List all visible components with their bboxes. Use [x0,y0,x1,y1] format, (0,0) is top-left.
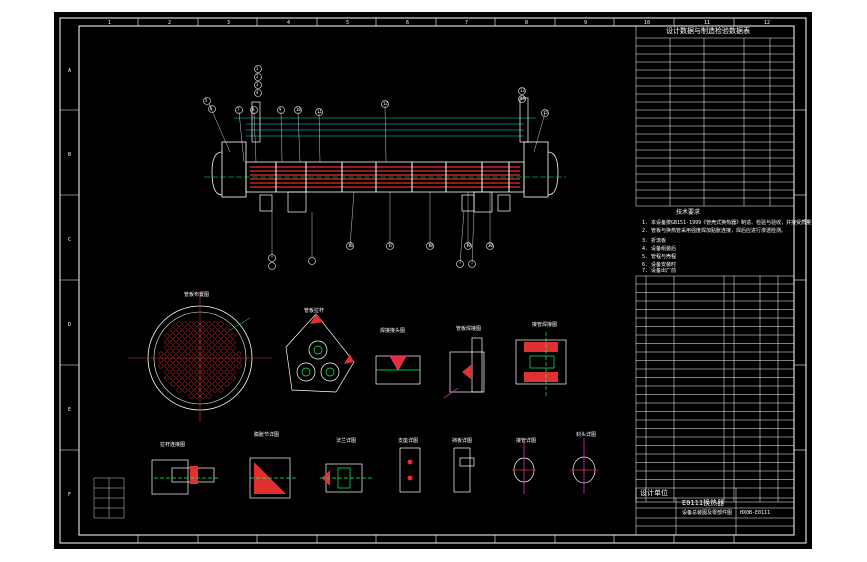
small-stamp-table [93,477,125,519]
callout-19: 19 [466,243,471,248]
detail-label-3: 焊接接头图 [380,328,406,334]
zone-label-top-9: 9 [584,20,588,26]
detail-label-8: 法兰详图 [336,438,357,444]
detail-label-2: 管板拉杆 [304,308,325,314]
zone-label-top-4: 4 [287,20,291,26]
note-4: 4. 设备组装后 [642,246,677,252]
detail-flange [320,463,374,493]
inner-frame [78,25,795,536]
zone-label-side-A: A [68,68,72,74]
note-2: 2. 管板与换热管采用强度焊加贴胀连接，焊后应进行渗透检测。 [642,228,787,234]
drawing-subtitle: 设备总装图及零部件图 [682,510,733,516]
callout-2: 2 [256,74,259,79]
detail-head [570,438,598,494]
drawing-name: E0111换热器 [682,499,725,507]
note-1: 1. 本设备按GB151-1999《管壳式换热器》制造、检验与验收，并接受质量技… [642,220,837,226]
detail-label-11: 接管详图 [516,438,537,444]
detail-support [399,447,421,493]
callout-8: 8 [252,107,255,112]
detail-label-1: 管板布置图 [184,292,210,298]
callout-14: 14 [520,96,525,101]
callout-3: 3 [256,82,259,87]
zone-label-top-8: 8 [525,20,529,26]
callout-7: 7 [237,107,240,112]
callout-16: 16 [348,243,353,248]
zone-label-top-1: 1 [108,20,112,26]
zone-label-side-C: C [68,237,72,243]
callout-18: 18 [428,243,433,248]
zone-label-top-3: 3 [227,20,231,26]
note-3: 3. 折流板 [642,238,667,244]
detail-label-7: 膨胀节详图 [254,432,280,438]
drawing-canvas [59,17,807,544]
callout-13: 13 [520,88,525,93]
detail-baffle [453,447,475,493]
zone-label-side-D: D [68,322,72,328]
detail-expansion [249,457,298,499]
callout-11: 11 [317,109,322,114]
detail-label-10: 挡板详图 [452,438,473,444]
callout-15: 15 [543,110,548,115]
zone-label-top-2: 2 [168,20,172,26]
callout-5: 5 [205,98,208,103]
callout-4: 4 [256,90,259,95]
zone-label-side-F: F [68,492,72,498]
detail-label-12: 封头详图 [576,432,597,438]
detail-tie-rod [151,459,220,495]
detail-label-6: 拉杆连接图 [160,442,186,448]
zone-label-side-E: E [68,407,72,413]
exchanger-elevation [204,97,566,265]
callout-1: 1 [256,66,259,71]
detail-tubesheet-weld [443,337,485,399]
tubesheet-view [128,292,272,422]
detail-label-9: 支座详图 [398,438,419,444]
detail-tube-pitch [285,313,355,393]
detail-nozzle [512,442,536,494]
zone-ticks [60,18,806,543]
callout-12: 12 [383,101,388,106]
callout-9: 9 [279,107,282,112]
callout-6: 6 [210,106,213,111]
company-name: 设计单位 [640,489,668,497]
detail-label-4: 管板焊接图 [456,326,482,332]
notes-title: 技术要求 [676,209,701,216]
note-7: 7. 设备出厂前 [642,268,677,274]
zone-label-top-12: 12 [764,20,771,26]
outer-frame [59,17,807,544]
zone-label-top-5: 5 [346,20,350,26]
cad-viewport[interactable]: 设计数据与制造检验数据表 技术要求 1. 本设备按GB151-1999《管壳式换… [54,12,836,549]
zone-label-side-B: B [68,152,72,158]
detail-weld-joint [375,355,421,385]
zone-label-top-7: 7 [465,20,469,26]
callout-17: 17 [388,243,393,248]
drawing-number: HX0B-E0111 [740,510,771,516]
design-data-table [635,25,795,207]
parts-list-table [635,275,795,503]
callout-10: 10 [296,107,301,112]
zone-label-top-11: 11 [704,20,711,26]
zone-label-top-10: 10 [644,20,651,26]
callout-20: 20 [488,243,493,248]
detail-nozzle-weld [515,332,567,396]
zone-label-top-6: 6 [406,20,410,26]
detail-label-5: 接管焊接图 [532,322,558,328]
note-5: 5. 管程与壳程 [642,254,677,260]
design-table-title: 设计数据与制造检验数据表 [666,27,750,35]
